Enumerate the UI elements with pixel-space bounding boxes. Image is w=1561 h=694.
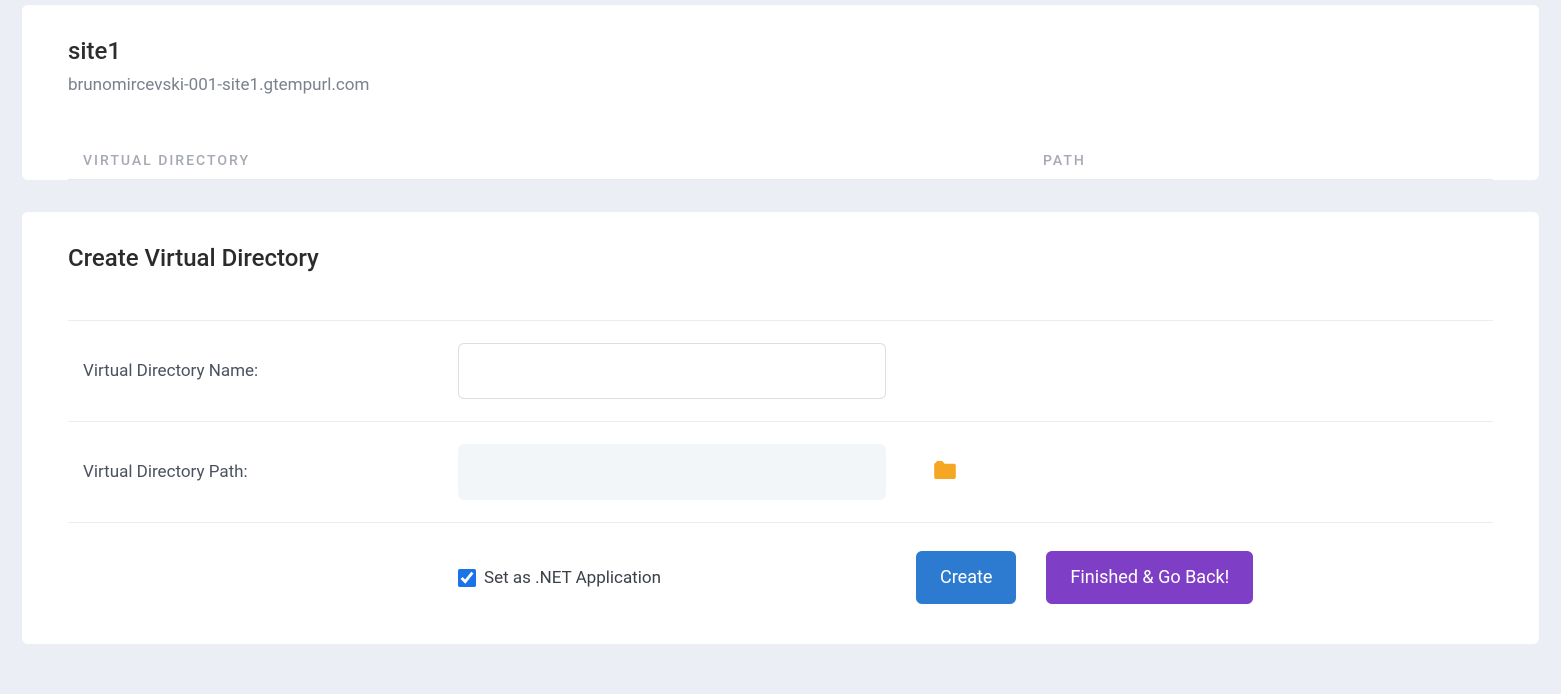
- row-virtual-directory-name: Virtual Directory Name:: [68, 321, 1493, 422]
- site-url: brunomircevski-001-site1.gtempurl.com: [68, 75, 1493, 95]
- col-path: PATH: [1043, 153, 1086, 169]
- create-virtual-directory-card: Create Virtual Directory Virtual Directo…: [22, 212, 1539, 644]
- input-virtual-directory-name[interactable]: [458, 343, 886, 399]
- label-virtual-directory-path: Virtual Directory Path:: [68, 462, 458, 482]
- actions-row: Set as .NET Application Create Finished …: [68, 523, 1493, 604]
- input-virtual-directory-path[interactable]: [458, 444, 886, 500]
- label-virtual-directory-name: Virtual Directory Name:: [68, 361, 458, 381]
- site-info-card: site1 brunomircevski-001-site1.gtempurl.…: [22, 5, 1539, 180]
- form-title: Create Virtual Directory: [68, 244, 1493, 272]
- create-button[interactable]: Create: [916, 551, 1016, 604]
- checkbox-net-application[interactable]: [458, 569, 476, 587]
- row-virtual-directory-path: Virtual Directory Path:: [68, 422, 1493, 523]
- site-title: site1: [68, 37, 1493, 65]
- finished-go-back-button[interactable]: Finished & Go Back!: [1046, 551, 1253, 604]
- col-virtual-directory: VIRTUAL DIRECTORY: [83, 153, 1043, 169]
- folder-icon[interactable]: [934, 461, 956, 483]
- table-header: VIRTUAL DIRECTORY PATH: [68, 143, 1493, 180]
- checkbox-net-application-label: Set as .NET Application: [484, 568, 661, 588]
